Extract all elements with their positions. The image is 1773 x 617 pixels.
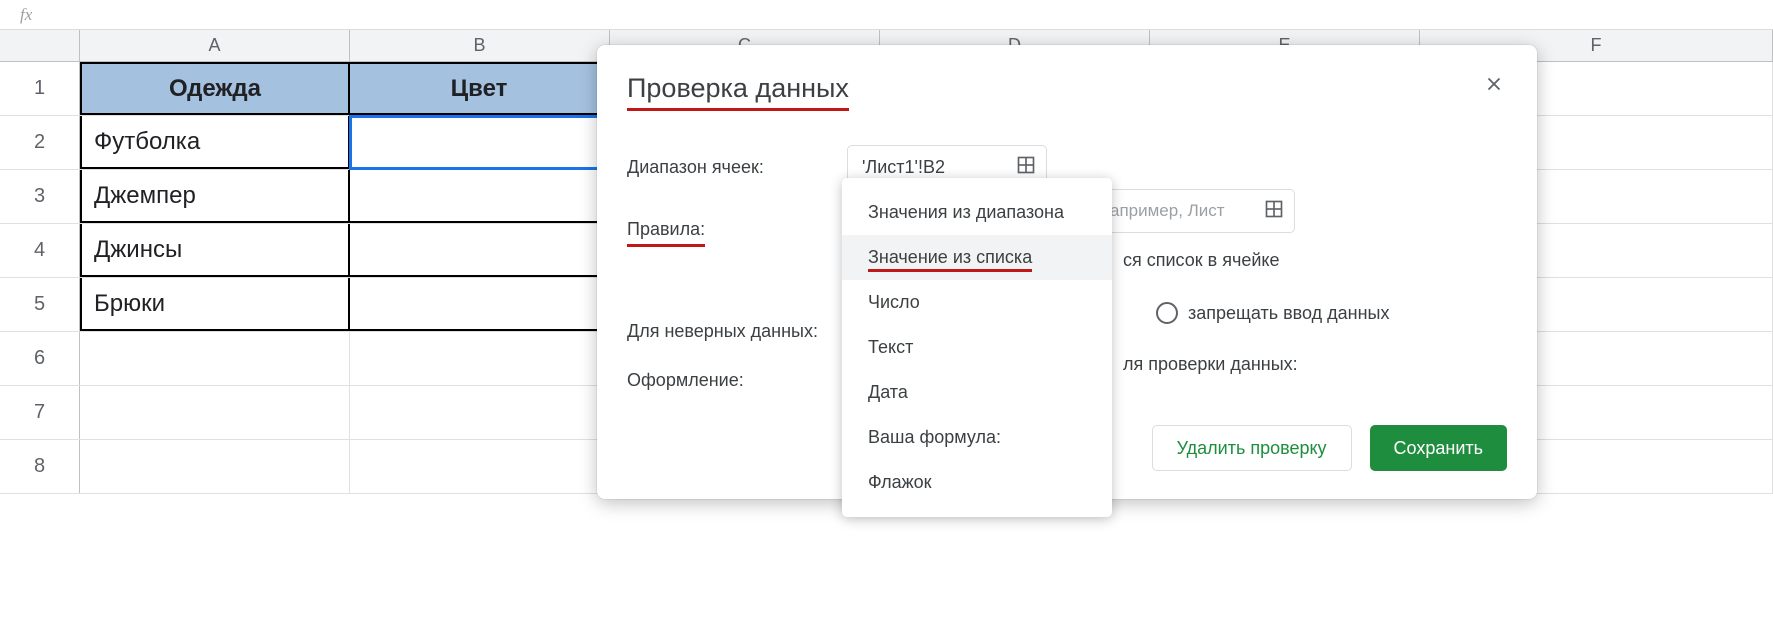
dropdown-item-checkbox[interactable]: Флажок <box>842 460 1112 505</box>
dropdown-item-date[interactable]: Дата <box>842 370 1112 415</box>
row-header-4[interactable]: 4 <box>0 224 80 277</box>
cell-B2[interactable] <box>350 116 610 169</box>
cell-A5[interactable]: Брюки <box>80 278 350 331</box>
rule-range-placeholder: апример, Лист <box>1110 201 1225 221</box>
cell-A4[interactable]: Джинсы <box>80 224 350 277</box>
dropdown-item-number[interactable]: Число <box>842 280 1112 325</box>
row-header-2[interactable]: 2 <box>0 116 80 169</box>
rules-label: Правила: <box>627 219 847 247</box>
close-icon[interactable] <box>1483 73 1507 97</box>
radio-label: запрещать ввод данных <box>1188 303 1389 324</box>
dropdown-item-list-text: Значение из списка <box>868 247 1032 272</box>
cell-B6[interactable] <box>350 332 610 385</box>
cell-A2[interactable]: Футболка <box>80 116 350 169</box>
appearance-label: Оформление: <box>627 370 847 391</box>
save-button[interactable]: Сохранить <box>1370 425 1507 471</box>
range-value: 'Лист1'!B2 <box>862 157 945 178</box>
row-header-3[interactable]: 3 <box>0 170 80 223</box>
rules-label-text: Правила: <box>627 219 705 247</box>
cell-B7[interactable] <box>350 386 610 439</box>
show-list-checkbox-label: ся список в ячейке <box>1123 250 1279 271</box>
cell-B3[interactable] <box>350 170 610 223</box>
cell-A3[interactable]: Джемпер <box>80 170 350 223</box>
dialog-title-text: Проверка данных <box>627 73 849 111</box>
dialog-buttons: Удалить проверку Сохранить <box>1152 425 1507 471</box>
radio-icon <box>1156 302 1178 324</box>
grid-select-icon[interactable] <box>1016 155 1036 180</box>
cell-A7[interactable] <box>80 386 350 439</box>
validation-help-text: ля проверки данных: <box>1123 354 1298 375</box>
cell-A1[interactable]: Одежда <box>80 62 350 115</box>
col-header-A[interactable]: A <box>80 30 350 61</box>
row-header-6[interactable]: 6 <box>0 332 80 385</box>
invalid-data-label: Для неверных данных: <box>627 321 818 342</box>
row-header-5[interactable]: 5 <box>0 278 80 331</box>
delete-validation-button[interactable]: Удалить проверку <box>1152 425 1352 471</box>
dropdown-item-formula[interactable]: Ваша формула: <box>842 415 1112 460</box>
select-all-corner[interactable] <box>0 30 80 61</box>
rules-dropdown: Значения из диапазона Значение из списка… <box>842 178 1112 517</box>
cell-B5[interactable] <box>350 278 610 331</box>
cell-A8[interactable] <box>80 440 350 493</box>
formula-bar: fx <box>0 0 1773 30</box>
dropdown-item-list[interactable]: Значение из списка <box>842 235 1112 280</box>
row-header-1[interactable]: 1 <box>0 62 80 115</box>
dialog-title: Проверка данных <box>627 73 1507 111</box>
cell-B8[interactable] <box>350 440 610 493</box>
row-header-8[interactable]: 8 <box>0 440 80 493</box>
row-header-7[interactable]: 7 <box>0 386 80 439</box>
dropdown-item-range[interactable]: Значения из диапазона <box>842 190 1112 235</box>
dropdown-item-text[interactable]: Текст <box>842 325 1112 370</box>
cell-A6[interactable] <box>80 332 350 385</box>
fx-icon: fx <box>20 5 32 25</box>
rule-range-input[interactable]: апример, Лист <box>1095 189 1295 233</box>
cell-B1[interactable]: Цвет <box>350 62 610 115</box>
radio-reject-input[interactable]: запрещать ввод данных <box>1156 302 1389 324</box>
col-header-B[interactable]: B <box>350 30 610 61</box>
cell-B4[interactable] <box>350 224 610 277</box>
range-label: Диапазон ячеек: <box>627 157 847 178</box>
grid-select-icon[interactable] <box>1264 199 1284 224</box>
